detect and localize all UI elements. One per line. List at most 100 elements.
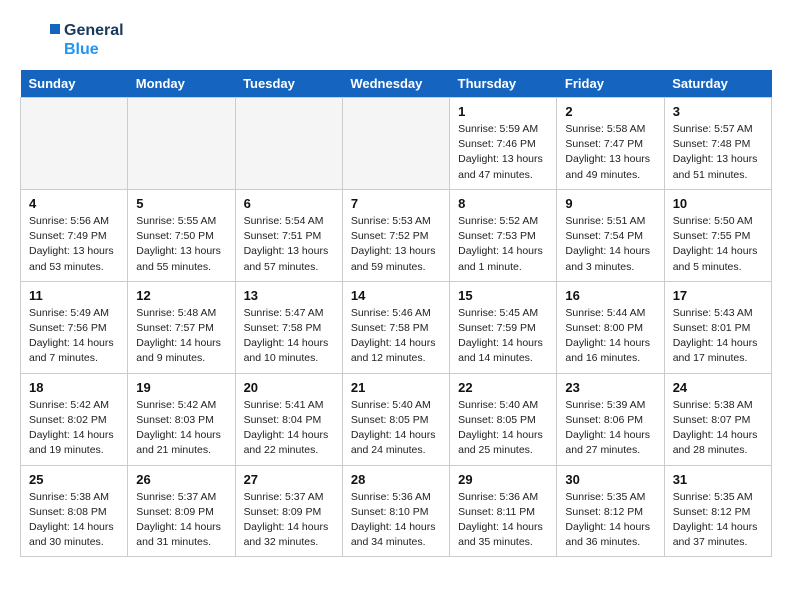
day-cell: 2 Sunrise: 5:58 AM Sunset: 7:47 PM Daylig… xyxy=(557,98,664,190)
day-info: Sunrise: 5:44 AM Sunset: 8:00 PM Dayligh… xyxy=(565,306,655,367)
day-info: Sunrise: 5:52 AM Sunset: 7:53 PM Dayligh… xyxy=(458,214,548,275)
week-row-1: 1 Sunrise: 5:59 AM Sunset: 7:46 PM Daylig… xyxy=(21,98,772,190)
day-number: 29 xyxy=(458,472,548,487)
day-cell: 8 Sunrise: 5:52 AM Sunset: 7:53 PM Daylig… xyxy=(450,189,557,281)
day-cell: 4 Sunrise: 5:56 AM Sunset: 7:49 PM Daylig… xyxy=(21,189,128,281)
day-info: Sunrise: 5:58 AM Sunset: 7:47 PM Dayligh… xyxy=(565,122,655,183)
day-cell: 18 Sunrise: 5:42 AM Sunset: 8:02 PM Dayli… xyxy=(21,373,128,465)
day-number: 20 xyxy=(244,380,334,395)
day-info: Sunrise: 5:50 AM Sunset: 7:55 PM Dayligh… xyxy=(673,214,763,275)
day-number: 26 xyxy=(136,472,226,487)
weekday-header-wednesday: Wednesday xyxy=(342,70,449,98)
day-info: Sunrise: 5:54 AM Sunset: 7:51 PM Dayligh… xyxy=(244,214,334,275)
day-cell xyxy=(342,98,449,190)
day-cell: 7 Sunrise: 5:53 AM Sunset: 7:52 PM Daylig… xyxy=(342,189,449,281)
day-cell: 31Sunrise: 5:35 AM Sunset: 8:12 PM Dayli… xyxy=(664,465,771,557)
day-cell: 15 Sunrise: 5:45 AM Sunset: 7:59 PM Dayli… xyxy=(450,281,557,373)
day-info: Sunrise: 5:38 AM Sunset: 8:08 PM Dayligh… xyxy=(29,490,119,551)
week-row-5: 25 Sunrise: 5:38 AM Sunset: 8:08 PM Dayli… xyxy=(21,465,772,557)
day-cell: 11 Sunrise: 5:49 AM Sunset: 7:56 PM Dayli… xyxy=(21,281,128,373)
day-number: 6 xyxy=(244,196,334,211)
day-number: 18 xyxy=(29,380,119,395)
day-cell: 6 Sunrise: 5:54 AM Sunset: 7:51 PM Daylig… xyxy=(235,189,342,281)
day-number: 7 xyxy=(351,196,441,211)
day-number: 15 xyxy=(458,288,548,303)
calendar-table: SundayMondayTuesdayWednesdayThursdayFrid… xyxy=(20,70,772,557)
day-cell: 14 Sunrise: 5:46 AM Sunset: 7:58 PM Dayli… xyxy=(342,281,449,373)
day-number: 28 xyxy=(351,472,441,487)
logo-general-text: General xyxy=(64,21,124,40)
day-info: Sunrise: 5:46 AM Sunset: 7:58 PM Dayligh… xyxy=(351,306,441,367)
weekday-header-thursday: Thursday xyxy=(450,70,557,98)
day-cell xyxy=(235,98,342,190)
day-info: Sunrise: 5:51 AM Sunset: 7:54 PM Dayligh… xyxy=(565,214,655,275)
day-cell: 23 Sunrise: 5:39 AM Sunset: 8:06 PM Dayli… xyxy=(557,373,664,465)
day-info: Sunrise: 5:56 AM Sunset: 7:49 PM Dayligh… xyxy=(29,214,119,275)
day-info: Sunrise: 5:53 AM Sunset: 7:52 PM Dayligh… xyxy=(351,214,441,275)
day-info: Sunrise: 5:37 AM Sunset: 8:09 PM Dayligh… xyxy=(244,490,334,551)
logo: General Blue xyxy=(20,20,124,60)
day-number: 11 xyxy=(29,288,119,303)
day-info: Sunrise: 5:57 AM Sunset: 7:48 PM Dayligh… xyxy=(673,122,763,183)
day-number: 30 xyxy=(565,472,655,487)
week-row-4: 18 Sunrise: 5:42 AM Sunset: 8:02 PM Dayli… xyxy=(21,373,772,465)
day-number: 5 xyxy=(136,196,226,211)
day-number: 14 xyxy=(351,288,441,303)
day-number: 23 xyxy=(565,380,655,395)
day-number: 9 xyxy=(565,196,655,211)
day-cell: 21Sunrise: 5:40 AM Sunset: 8:05 PM Dayli… xyxy=(342,373,449,465)
day-info: Sunrise: 5:39 AM Sunset: 8:06 PM Dayligh… xyxy=(565,398,655,459)
day-cell: 1 Sunrise: 5:59 AM Sunset: 7:46 PM Daylig… xyxy=(450,98,557,190)
day-cell: 13Sunrise: 5:47 AM Sunset: 7:58 PM Dayli… xyxy=(235,281,342,373)
day-cell: 30 Sunrise: 5:35 AM Sunset: 8:12 PM Dayli… xyxy=(557,465,664,557)
day-info: Sunrise: 5:37 AM Sunset: 8:09 PM Dayligh… xyxy=(136,490,226,551)
day-cell: 22 Sunrise: 5:40 AM Sunset: 8:05 PM Dayli… xyxy=(450,373,557,465)
logo-blue-text: Blue xyxy=(64,40,124,59)
logo-svg xyxy=(20,20,60,60)
day-info: Sunrise: 5:36 AM Sunset: 8:11 PM Dayligh… xyxy=(458,490,548,551)
day-cell: 16Sunrise: 5:44 AM Sunset: 8:00 PM Dayli… xyxy=(557,281,664,373)
day-info: Sunrise: 5:38 AM Sunset: 8:07 PM Dayligh… xyxy=(673,398,763,459)
day-info: Sunrise: 5:36 AM Sunset: 8:10 PM Dayligh… xyxy=(351,490,441,551)
day-number: 4 xyxy=(29,196,119,211)
page-header: General Blue xyxy=(20,20,772,60)
day-cell: 12 Sunrise: 5:48 AM Sunset: 7:57 PM Dayli… xyxy=(128,281,235,373)
day-cell: 29 Sunrise: 5:36 AM Sunset: 8:11 PM Dayli… xyxy=(450,465,557,557)
day-cell: 24 Sunrise: 5:38 AM Sunset: 8:07 PM Dayli… xyxy=(664,373,771,465)
day-cell: 25 Sunrise: 5:38 AM Sunset: 8:08 PM Dayli… xyxy=(21,465,128,557)
day-number: 2 xyxy=(565,104,655,119)
day-info: Sunrise: 5:40 AM Sunset: 8:05 PM Dayligh… xyxy=(458,398,548,459)
day-cell xyxy=(128,98,235,190)
day-number: 13 xyxy=(244,288,334,303)
day-number: 8 xyxy=(458,196,548,211)
day-info: Sunrise: 5:49 AM Sunset: 7:56 PM Dayligh… xyxy=(29,306,119,367)
day-number: 12 xyxy=(136,288,226,303)
day-cell: 17 Sunrise: 5:43 AM Sunset: 8:01 PM Dayli… xyxy=(664,281,771,373)
day-info: Sunrise: 5:35 AM Sunset: 8:12 PM Dayligh… xyxy=(565,490,655,551)
day-number: 17 xyxy=(673,288,763,303)
day-cell: 3Sunrise: 5:57 AM Sunset: 7:48 PM Daylig… xyxy=(664,98,771,190)
day-number: 1 xyxy=(458,104,548,119)
day-info: Sunrise: 5:43 AM Sunset: 8:01 PM Dayligh… xyxy=(673,306,763,367)
day-info: Sunrise: 5:45 AM Sunset: 7:59 PM Dayligh… xyxy=(458,306,548,367)
day-info: Sunrise: 5:42 AM Sunset: 8:02 PM Dayligh… xyxy=(29,398,119,459)
day-info: Sunrise: 5:59 AM Sunset: 7:46 PM Dayligh… xyxy=(458,122,548,183)
day-number: 31 xyxy=(673,472,763,487)
day-info: Sunrise: 5:48 AM Sunset: 7:57 PM Dayligh… xyxy=(136,306,226,367)
day-number: 10 xyxy=(673,196,763,211)
day-number: 22 xyxy=(458,380,548,395)
day-cell: 5 Sunrise: 5:55 AM Sunset: 7:50 PM Daylig… xyxy=(128,189,235,281)
day-cell: 19Sunrise: 5:42 AM Sunset: 8:03 PM Dayli… xyxy=(128,373,235,465)
day-number: 25 xyxy=(29,472,119,487)
day-number: 27 xyxy=(244,472,334,487)
day-info: Sunrise: 5:40 AM Sunset: 8:05 PM Dayligh… xyxy=(351,398,441,459)
day-number: 24 xyxy=(673,380,763,395)
day-cell xyxy=(21,98,128,190)
day-number: 19 xyxy=(136,380,226,395)
weekday-header-saturday: Saturday xyxy=(664,70,771,98)
weekday-header-tuesday: Tuesday xyxy=(235,70,342,98)
day-info: Sunrise: 5:55 AM Sunset: 7:50 PM Dayligh… xyxy=(136,214,226,275)
day-cell: 27 Sunrise: 5:37 AM Sunset: 8:09 PM Dayli… xyxy=(235,465,342,557)
day-cell: 9 Sunrise: 5:51 AM Sunset: 7:54 PM Daylig… xyxy=(557,189,664,281)
weekday-header-monday: Monday xyxy=(128,70,235,98)
